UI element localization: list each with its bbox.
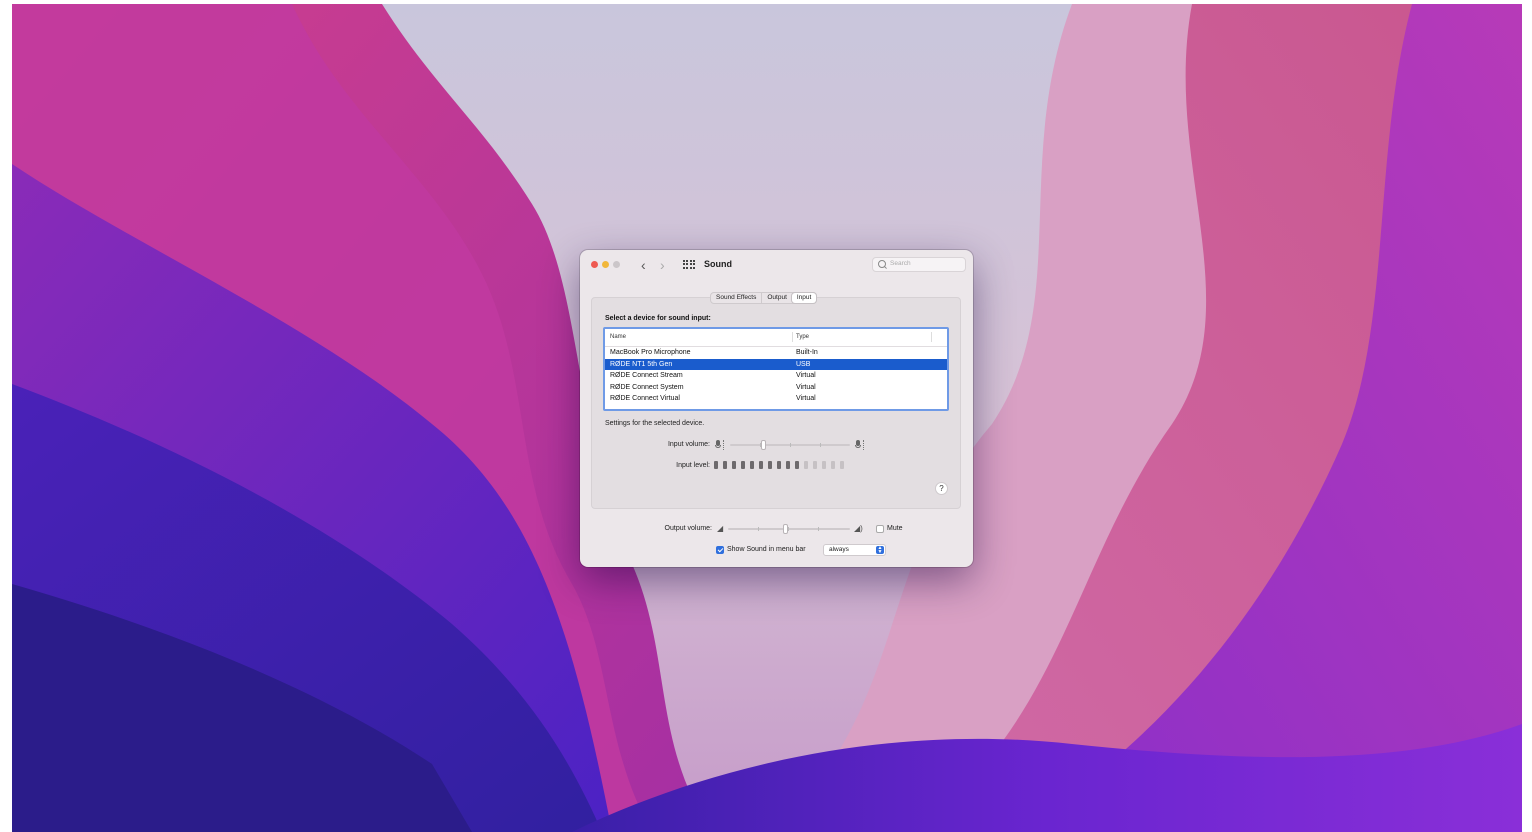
level-segment-lit: [786, 461, 790, 469]
output-volume-label: Output volume:: [664, 525, 712, 532]
input-volume-slider-knob[interactable]: [761, 440, 766, 450]
device-type: USB: [796, 360, 811, 368]
level-segment-lit: [750, 461, 754, 469]
mute-label: Mute: [887, 525, 903, 532]
output-volume-slider-knob[interactable]: [783, 524, 788, 534]
table-row[interactable]: MacBook Pro Microphone Built-In: [605, 347, 947, 359]
tab-sound-effects[interactable]: Sound Effects: [711, 293, 763, 303]
slider-tick: [758, 527, 759, 531]
device-name: RØDE Connect System: [610, 383, 684, 391]
device-type: Built-In: [796, 349, 818, 356]
search-icon: [878, 260, 886, 268]
level-segment-unlit: [840, 461, 844, 469]
level-segment-unlit: [813, 461, 817, 469]
close-window-button[interactable]: [591, 261, 598, 268]
level-segment-lit: [759, 461, 763, 469]
window-titlebar: ‹ › Sound Search: [580, 250, 973, 280]
level-segment-lit: [732, 461, 736, 469]
level-segment-unlit: [822, 461, 826, 469]
microphone-high-icon: [855, 440, 861, 450]
slider-tick: [790, 443, 791, 447]
forward-chevron-icon[interactable]: ›: [660, 257, 665, 273]
level-segment-unlit: [804, 461, 808, 469]
mute-checkbox[interactable]: [876, 525, 884, 533]
tab-output[interactable]: Output: [762, 293, 792, 303]
microphone-low-icon: [715, 440, 721, 450]
search-placeholder: Search: [890, 260, 911, 267]
selected-device-settings-label: Settings for the selected device.: [605, 420, 705, 427]
column-header-type[interactable]: Type: [796, 334, 809, 340]
window-title: Sound: [704, 259, 732, 269]
select-stepper-icon: ▲ ▼: [876, 545, 884, 555]
slider-tick: [788, 527, 789, 531]
device-name: MacBook Pro Microphone: [610, 349, 691, 356]
device-type: Virtual: [796, 372, 816, 379]
device-name: RØDE Connect Stream: [610, 372, 683, 379]
back-chevron-icon[interactable]: ‹: [641, 257, 646, 273]
input-volume-label: Input volume:: [667, 441, 710, 448]
output-volume-slider[interactable]: [728, 524, 850, 534]
speaker-low-icon: ◢: [717, 524, 724, 533]
sound-preferences-window: ‹ › Sound Search Sound Effects Output In…: [580, 250, 973, 567]
table-row[interactable]: RØDE Connect System Virtual: [605, 382, 947, 394]
input-volume-slider[interactable]: [730, 440, 850, 450]
show-sound-in-menu-bar-label: Show Sound in menu bar: [727, 546, 806, 553]
device-name: RØDE NT1 5th Gen: [610, 360, 673, 368]
level-segment-lit: [768, 461, 772, 469]
column-divider: [931, 332, 932, 342]
tab-bar: Sound Effects Output Input: [710, 292, 818, 304]
menu-bar-visibility-value: always: [829, 546, 849, 553]
tab-input[interactable]: Input: [791, 293, 817, 303]
show-sound-in-menu-bar-checkbox[interactable]: [716, 546, 724, 554]
device-list-heading: Select a device for sound input:: [605, 315, 711, 322]
level-segment-lit: [741, 461, 745, 469]
table-header: Name Type: [605, 329, 947, 347]
level-segment-lit: [723, 461, 727, 469]
help-button[interactable]: ?: [935, 482, 948, 495]
input-device-table[interactable]: Name Type MacBook Pro Microphone Built-I…: [603, 327, 949, 411]
input-level-label: Input level:: [676, 462, 710, 469]
minimize-window-button[interactable]: [602, 261, 609, 268]
level-segment-lit: [714, 461, 718, 469]
column-divider: [792, 332, 793, 342]
column-header-name[interactable]: Name: [610, 334, 626, 340]
show-all-grid-icon[interactable]: [683, 260, 695, 269]
level-segment-lit: [777, 461, 781, 469]
slider-tick: [820, 443, 821, 447]
level-segment-lit: [795, 461, 799, 469]
slider-tick: [818, 527, 819, 531]
device-name: RØDE Connect Virtual: [610, 395, 680, 402]
microphone-high-waves-icon: [863, 440, 866, 450]
search-field[interactable]: Search: [872, 257, 966, 272]
table-row[interactable]: RØDE Connect Stream Virtual: [605, 370, 947, 382]
menu-bar-visibility-select[interactable]: always ▲ ▼: [823, 544, 886, 556]
level-segment-unlit: [831, 461, 835, 469]
speaker-high-icon: ◢): [854, 524, 863, 533]
table-row-selected[interactable]: RØDE NT1 5th Gen USB: [605, 358, 947, 370]
table-row[interactable]: RØDE Connect Virtual Virtual: [605, 393, 947, 405]
device-type: Virtual: [796, 395, 816, 402]
device-type: Virtual: [796, 383, 816, 391]
microphone-low-waves-icon: [723, 440, 726, 450]
zoom-window-button[interactable]: [613, 261, 620, 268]
